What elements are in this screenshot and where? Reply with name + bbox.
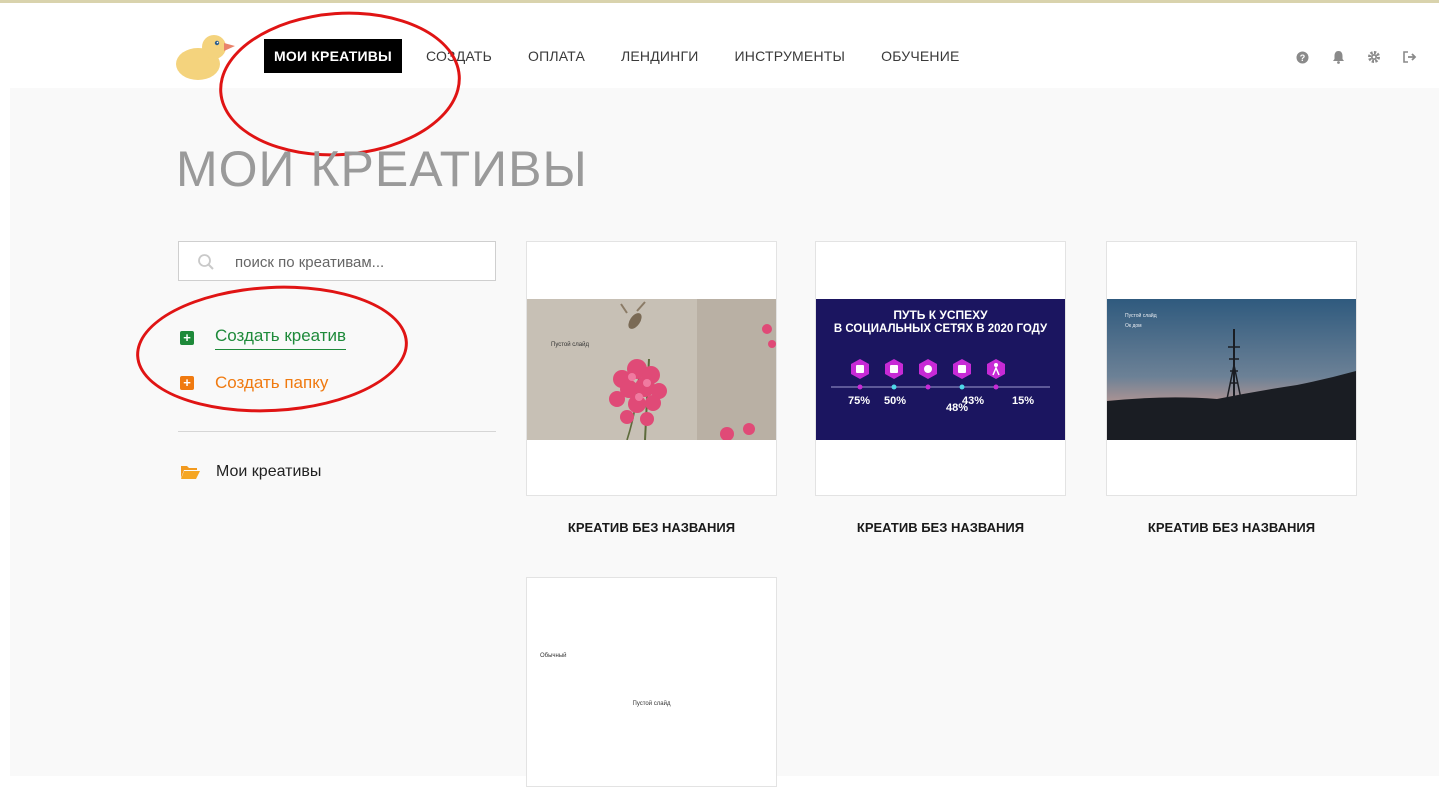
stat-value: 15% [1012,395,1035,407]
nav-my-creatives[interactable]: МОИ КРЕАТИВЫ [264,39,402,73]
creative-thumbnail: Пустой слайд Ок дом [1107,299,1356,440]
slide-text: Пустой слайд [1125,313,1157,319]
infographic-heading-1: ПУТЬ К УСПЕХУ [893,308,988,322]
creative-card[interactable]: Пустой слайд Ок дом [1106,241,1357,496]
search-box [178,241,496,281]
page-title: МОИ КРЕАТИВЫ [176,141,588,197]
infographic-heading-2: В СОЦИАЛЬНЫХ СЕТЯХ В 2020 ГОДУ [833,323,1048,335]
create-creative-label: Создать креатив [215,326,347,350]
slide-text: Пустой слайд [632,701,671,707]
header-icons: ? [1295,50,1417,64]
duck-logo[interactable] [176,30,236,82]
create-folder-label: Создать папку [215,373,329,392]
creative-title[interactable]: КРЕАТИВ БЕЗ НАЗВАНИЯ [815,520,1066,535]
create-folder-button[interactable]: + Создать папку [180,373,328,393]
folder-open-icon [181,466,200,479]
stat-value: 50% [884,395,907,407]
create-creative-button[interactable]: + Создать креатив [180,326,347,350]
nav-learning[interactable]: ОБУЧЕНИЕ [881,48,959,64]
creative-thumbnail: ПУТЬ К УСПЕХУ В СОЦИАЛЬНЫХ СЕТЯХ В 2020 … [816,299,1065,440]
bell-icon[interactable] [1331,50,1345,64]
logout-icon[interactable] [1403,50,1417,64]
stat-value: 43% [962,395,985,407]
sidebar-divider [178,431,496,432]
nav-create[interactable]: СОЗДАТЬ [426,48,492,64]
main-nav: МОИ КРЕАТИВЫ СОЗДАТЬ ОПЛАТА ЛЕНДИНГИ ИНС… [264,38,996,74]
nav-landings[interactable]: ЛЕНДИНГИ [621,48,699,64]
search-icon [198,254,214,270]
nav-payment[interactable]: ОПЛАТА [528,48,585,64]
folder-my-creatives[interactable]: Мои креативы [180,463,321,481]
svg-text:?: ? [1299,53,1305,63]
nav-tools[interactable]: ИНСТРУМЕНТЫ [735,48,846,64]
stat-value: 75% [848,395,871,407]
creative-thumbnail: Пустой слайд [527,299,776,440]
creative-card[interactable]: ПУТЬ К УСПЕХУ В СОЦИАЛЬНЫХ СЕТЯХ В 2020 … [815,241,1066,496]
folder-label: Мои креативы [216,463,322,480]
creative-card[interactable]: Пустой слайд [526,241,777,496]
plus-icon: + [180,376,194,390]
help-icon[interactable]: ? [1295,50,1309,64]
creative-title[interactable]: КРЕАТИВ БЕЗ НАЗВАНИЯ [526,520,777,535]
creative-title[interactable]: КРЕАТИВ БЕЗ НАЗВАНИЯ [1106,520,1357,535]
slide-label: Обычный [540,653,567,659]
search-input[interactable] [233,250,487,274]
slide-subtext: Ок дом [1125,323,1142,329]
creative-card[interactable]: Обычный Пустой слайд [526,577,777,787]
gear-icon[interactable] [1367,50,1381,64]
plus-icon: + [180,331,194,345]
slide-text: Пустой слайд [551,342,589,348]
